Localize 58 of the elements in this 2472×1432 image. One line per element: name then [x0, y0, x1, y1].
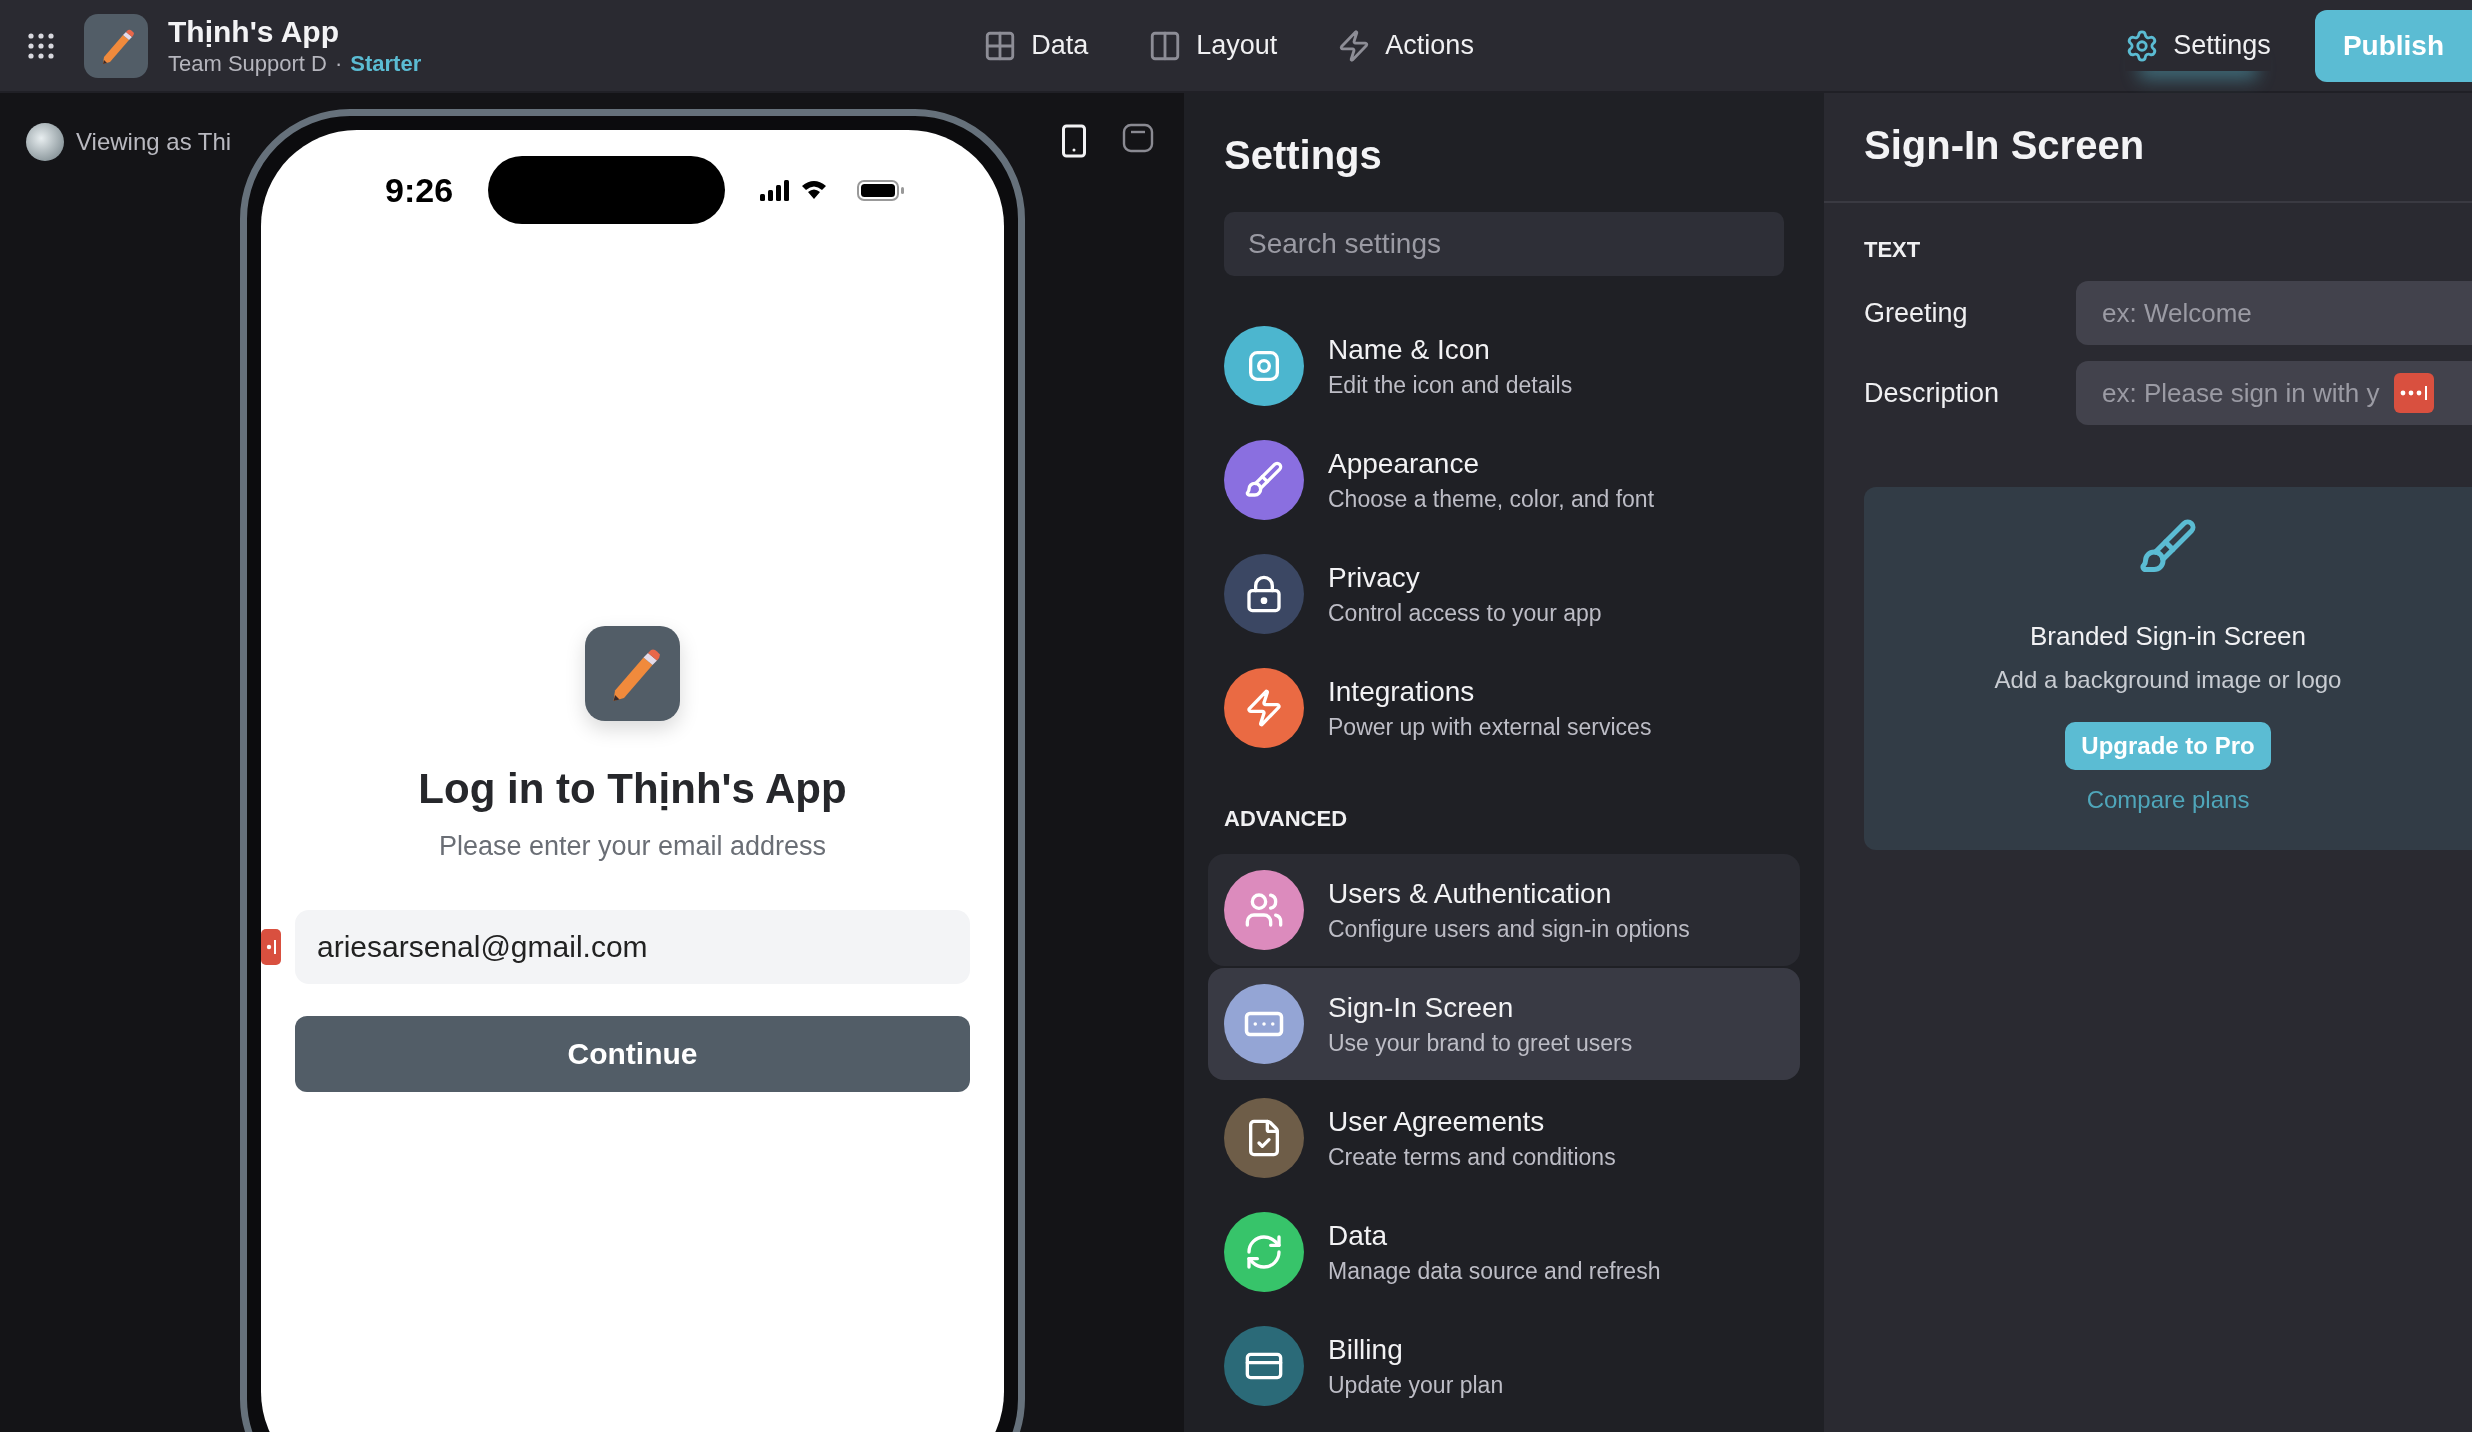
text-field[interactable]: ex: Welcome [2076, 281, 2472, 345]
settings-item[interactable]: Billing Update your plan [1208, 1310, 1800, 1422]
plan-label: Starter [350, 50, 422, 77]
section-heading: TEXT [1864, 237, 1922, 263]
item-description: Create terms and conditions [1328, 1143, 1616, 1171]
compare-plans-link[interactable]: Compare plans [2086, 786, 2250, 814]
settings-item[interactable]: User Agreements Create terms and conditions [1208, 1082, 1800, 1194]
team-name: Team Support D [168, 50, 327, 77]
separator-dot: · [334, 50, 343, 77]
item-title: Data [1328, 1219, 1389, 1252]
app-icon[interactable] [84, 13, 148, 78]
item-title: Billing [1328, 1333, 1404, 1366]
extension-badge-icon[interactable] [2394, 373, 2434, 413]
settings-heading: Settings [1224, 133, 1383, 178]
item-description: Use your brand to greet users [1328, 1029, 1633, 1057]
settings-item[interactable]: Data Manage data source and refresh [1208, 1196, 1800, 1308]
item-description: Manage data source and refresh [1328, 1257, 1661, 1285]
item-title: Name & Icon [1328, 333, 1491, 366]
nav-tab[interactable]: Data [983, 20, 1089, 71]
item-description: Power up with external services [1328, 713, 1652, 741]
item-title: Integrations [1328, 675, 1476, 708]
item-title: Users & Authentication [1328, 877, 1613, 910]
item-description: Choose a theme, color, and font [1328, 485, 1655, 513]
item-description: Update your plan [1328, 1371, 1504, 1399]
section-heading: ADVANCED [1224, 806, 1349, 832]
panel-title: Sign-In Screen [1824, 93, 2472, 203]
promo-subtitle: Add a background image or logo [1994, 666, 2342, 694]
field-label: Description [1864, 377, 2001, 409]
item-description: Edit the icon and details [1328, 371, 1573, 399]
status-time: 9:26 [385, 170, 454, 210]
settings-item[interactable]: Name & Icon Edit the icon and details [1208, 310, 1800, 422]
viewing-as-label: Viewing as Thi [76, 128, 232, 156]
field-label: Greeting [1864, 297, 1969, 329]
settings-item[interactable]: Appearance Choose a theme, color, and font [1208, 424, 1800, 536]
item-title: Appearance [1328, 447, 1480, 480]
settings-item[interactable]: Integrations Power up with external services [1208, 652, 1800, 764]
item-description: Control access to your app [1328, 599, 1602, 627]
extension-badge-icon[interactable] [261, 929, 281, 965]
settings-item[interactable]: Privacy Control access to your app [1208, 538, 1800, 650]
item-title: Sign-In Screen [1328, 991, 1515, 1024]
settings-item[interactable]: Users & Authentication Configure users and sign-in options [1208, 854, 1800, 966]
settings-item[interactable]: Sign-In Screen Use your brand to greet users [1208, 968, 1800, 1080]
app-name: Thịnh's App [168, 14, 340, 49]
nav-tab[interactable]: Layout [1148, 20, 1278, 71]
settings-tab[interactable]: Settings [2125, 20, 2271, 71]
item-title: User Agreements [1328, 1105, 1546, 1138]
item-title: Privacy [1328, 561, 1421, 594]
login-subtitle: Please enter your email address [438, 831, 827, 862]
email-field[interactable]: ariesarsenal@gmail.com [295, 910, 970, 984]
login-title: Log in to Thịnh's App [418, 765, 847, 813]
promo-title: Branded Sign-in Screen [2029, 621, 2307, 652]
app-grid-icon[interactable] [28, 32, 54, 59]
text-field[interactable]: ex: Please sign in with y [2076, 361, 2472, 425]
item-description: Configure users and sign-in options [1328, 915, 1690, 943]
nav-tab[interactable]: Actions [1337, 20, 1474, 71]
continue-button[interactable]: Continue [295, 1016, 970, 1092]
search-field[interactable]: Search settings [1224, 212, 1784, 276]
avatar [26, 123, 64, 161]
